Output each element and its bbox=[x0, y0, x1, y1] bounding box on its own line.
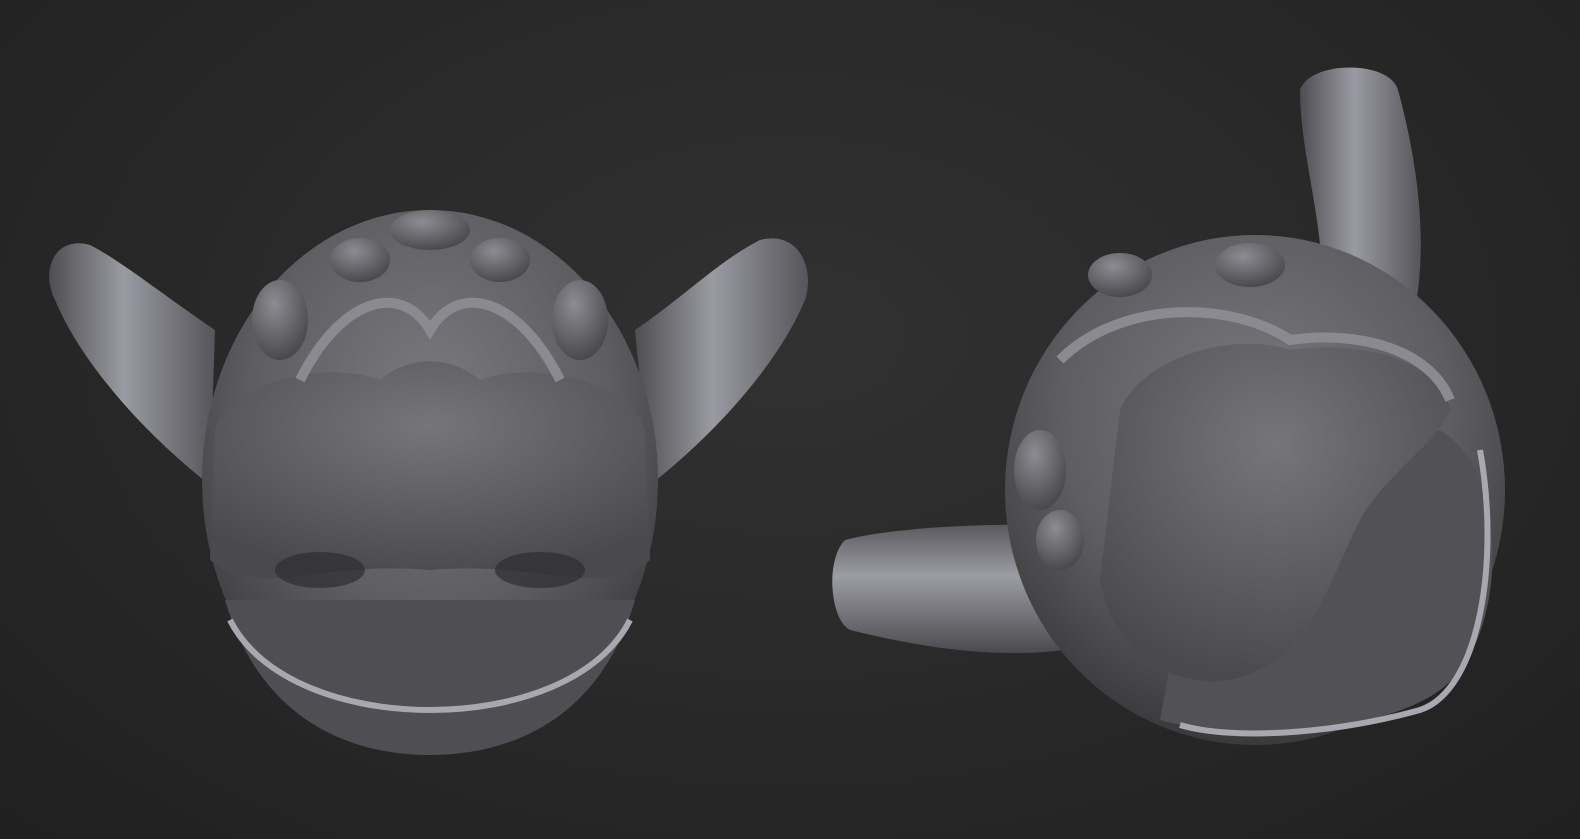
viewport-canvas[interactable] bbox=[0, 0, 1580, 839]
left-horn bbox=[49, 243, 215, 485]
face-plate bbox=[210, 361, 650, 579]
right-horn bbox=[635, 238, 808, 485]
sculpt-render bbox=[49, 67, 1505, 755]
three-quarter-view bbox=[832, 67, 1505, 745]
front-view bbox=[49, 210, 808, 755]
